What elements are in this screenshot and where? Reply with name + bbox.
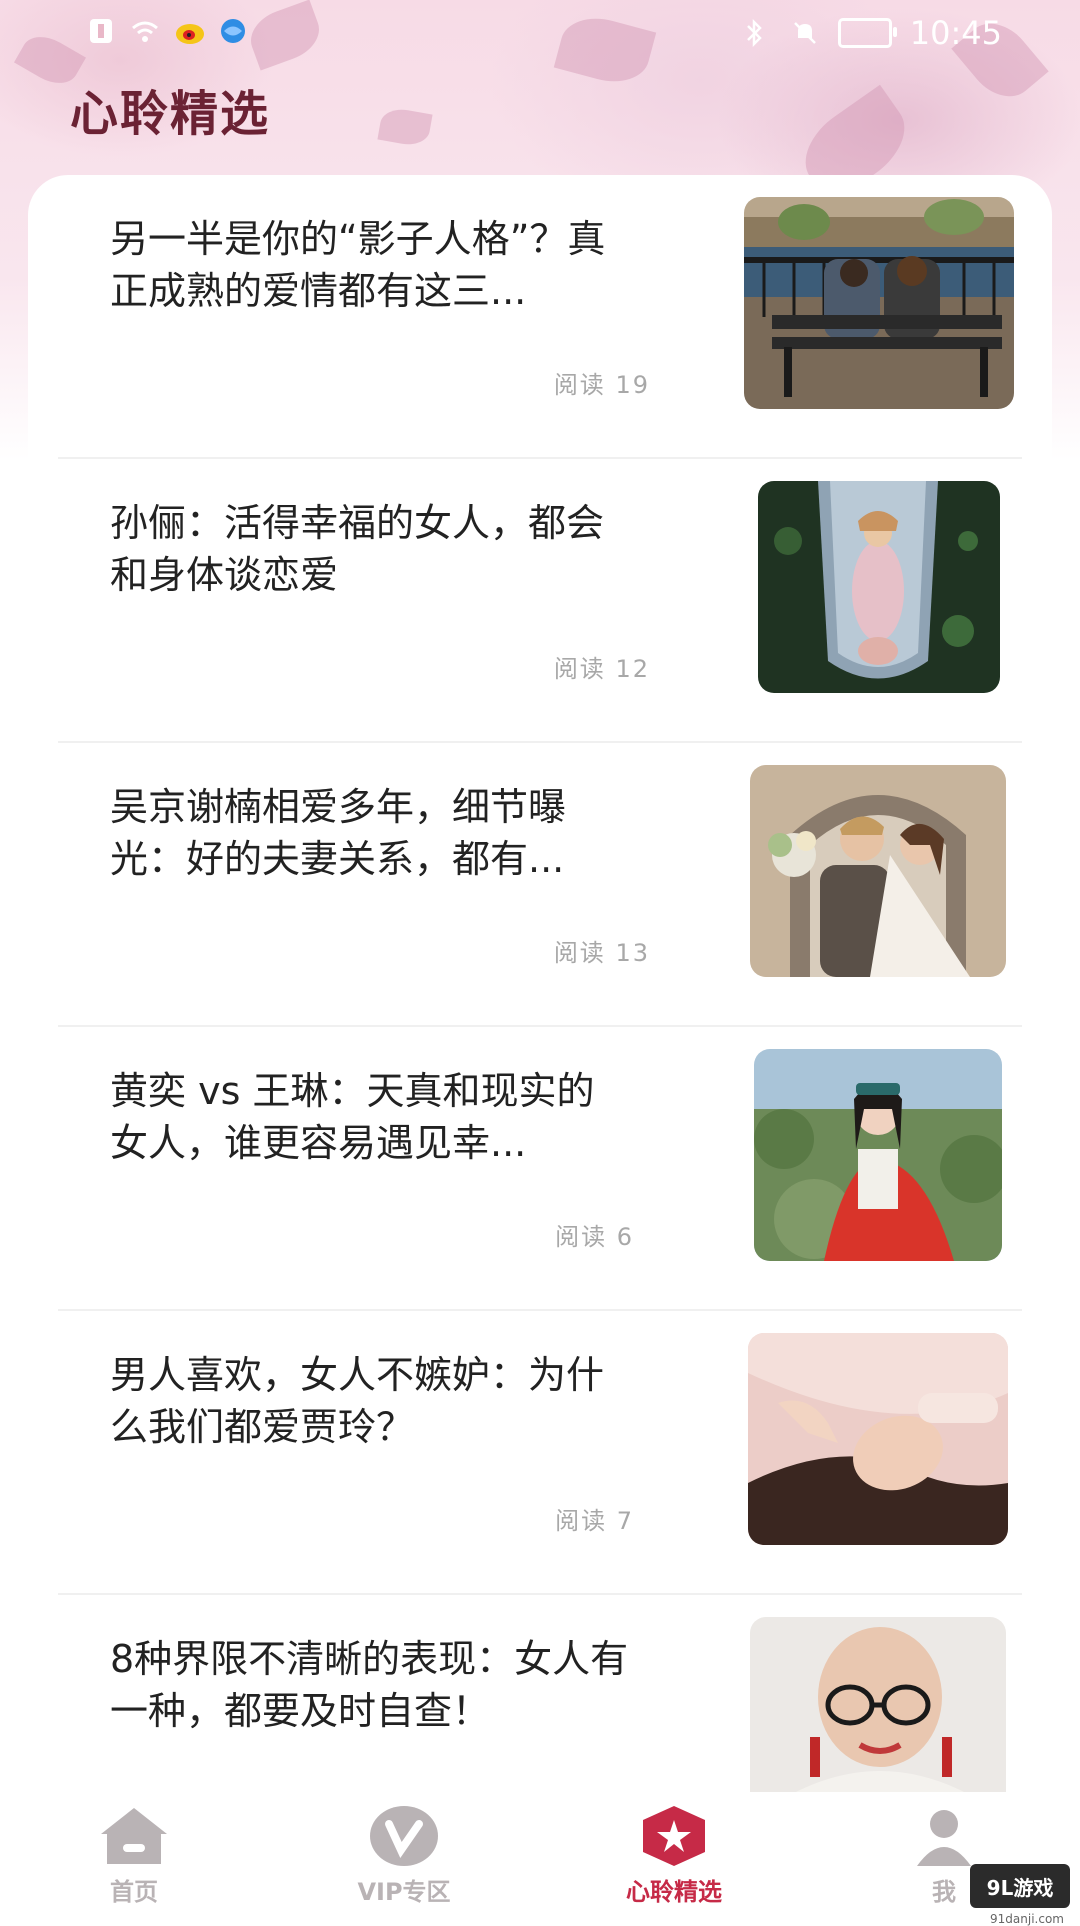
article-item[interactable]: 另一半是你的“影子人格”？真正成熟的爱情都有这三... 阅读 19 <box>58 175 1022 459</box>
status-system-icons: 10:45 <box>742 14 1002 52</box>
read-count: 阅读 12 <box>553 655 650 683</box>
profile-icon <box>907 1804 981 1868</box>
tab-featured[interactable]: 心聆精选 <box>574 1792 774 1920</box>
article-title: 吴京谢楠相爱多年，细节曝光：好的夫妻关系，都有... <box>110 785 567 881</box>
mute-bell-icon <box>790 18 820 48</box>
read-count: 阅读 6 <box>555 1223 634 1251</box>
article-item[interactable]: 8种界限不清晰的表现：女人有一种，都要及时自查！ <box>58 1595 1022 1795</box>
couple-on-bench-photo <box>744 197 1014 409</box>
bluetooth-icon <box>742 18 772 48</box>
tab-label: 心聆精选 <box>626 1878 722 1906</box>
article-title: 另一半是你的“影子人格”？真正成熟的爱情都有这三... <box>110 217 606 313</box>
woman-lying-photo <box>748 1333 1008 1545</box>
tab-label: VIP专区 <box>357 1878 451 1906</box>
bottom-tab-bar: 首页 VIP专区 心聆精选 我 9L游戏 91danji.com <box>0 1792 1080 1926</box>
tab-label: 我 <box>932 1878 956 1906</box>
article-title: 孙俪：活得幸福的女人，都会和身体谈恋爱 <box>110 501 605 597</box>
notification-app-icon <box>86 16 116 46</box>
read-count: 阅读 13 <box>553 939 650 967</box>
browser-icon <box>218 16 248 46</box>
article-title: 男人喜欢，女人不嫉妒：为什么我们都爱贾玲？ <box>110 1353 605 1449</box>
wifi-icon <box>130 16 160 46</box>
tab-vip[interactable]: VIP专区 <box>304 1792 504 1920</box>
battery-icon <box>837 18 897 48</box>
status-bar: 10:45 <box>0 0 1080 66</box>
wedding-couple-photo <box>750 765 1006 977</box>
article-item[interactable]: 黄奕 vs 王琳：天真和现实的女人，谁更容易遇见幸... 阅读 6 <box>58 1027 1022 1311</box>
bald-woman-glasses-photo <box>750 1617 1006 1795</box>
weibo-icon <box>174 16 204 46</box>
tab-home[interactable]: 首页 <box>34 1792 234 1920</box>
article-item[interactable]: 男人喜欢，女人不嫉妒：为什么我们都爱贾玲？ 阅读 7 <box>58 1311 1022 1595</box>
article-list: 另一半是你的“影子人格”？真正成熟的爱情都有这三... 阅读 19 孙俪：活得幸… <box>28 175 1052 1795</box>
article-title: 黄奕 vs 王琳：天真和现实的女人，谁更容易遇见幸... <box>110 1069 595 1165</box>
clock: 10:45 <box>909 14 1002 52</box>
tab-label: 首页 <box>110 1878 158 1906</box>
star-icon <box>637 1804 711 1868</box>
article-item[interactable]: 孙俪：活得幸福的女人，都会和身体谈恋爱 阅读 12 <box>58 459 1022 743</box>
page-title: 心聆精选 <box>70 86 271 142</box>
article-item[interactable]: 吴京谢楠相爱多年，细节曝光：好的夫妻关系，都有... 阅读 13 <box>58 743 1022 1027</box>
home-icon <box>97 1804 171 1868</box>
watermark-logo: 9L游戏 91danji.com <box>970 1864 1070 1926</box>
article-title: 8种界限不清晰的表现：女人有一种，都要及时自查！ <box>110 1637 629 1733</box>
woman-in-boat-photo <box>758 481 1000 693</box>
read-count: 阅读 19 <box>553 371 650 399</box>
woman-red-dress-photo <box>754 1049 1002 1261</box>
read-count: 阅读 7 <box>555 1507 634 1535</box>
vip-icon <box>367 1804 441 1868</box>
status-notification-icons <box>86 16 248 46</box>
